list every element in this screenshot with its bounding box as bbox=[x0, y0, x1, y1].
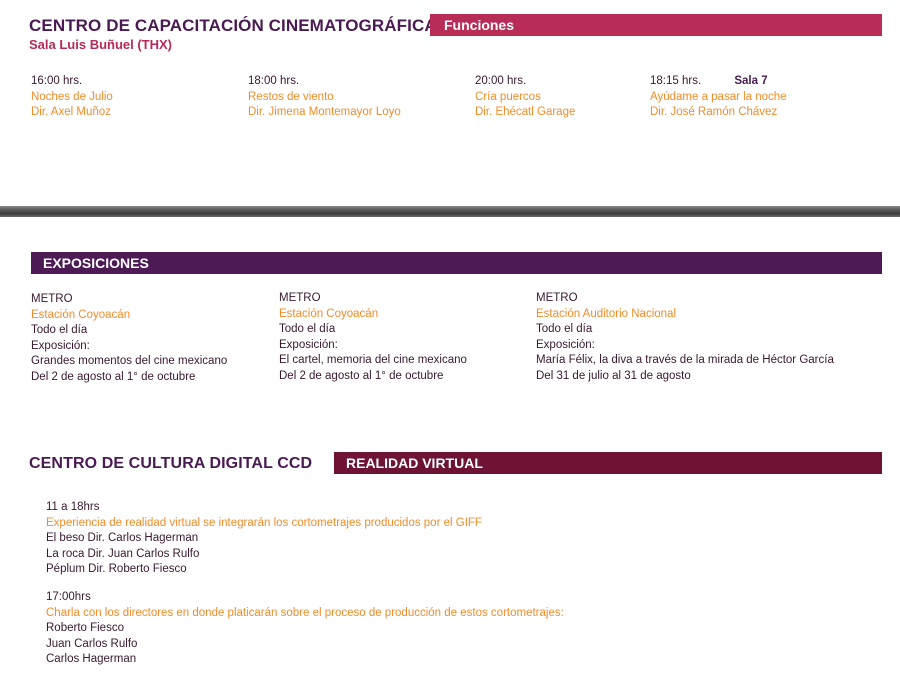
function-director: Dir. Axel Muñoz bbox=[31, 106, 111, 118]
ccc-subtitle: Sala Luis Buñuel (THX) bbox=[29, 37, 173, 52]
ccd-line: La roca Dir. Juan Carlos Rulfo bbox=[46, 547, 200, 560]
ccd-desc: Charla con los directores en donde plati… bbox=[46, 606, 564, 619]
ccd-line: Roberto Fiesco bbox=[46, 622, 124, 634]
expo-type: Exposición: bbox=[536, 338, 595, 351]
ccd-line: El beso Dir. Carlos Hagerman bbox=[46, 532, 199, 544]
ccd-block: 11 a 18hrs Experiencia de realidad virtu… bbox=[46, 500, 482, 578]
expo-place: METRO bbox=[279, 292, 321, 304]
expo-dates: Del 31 de julio al 31 de agosto bbox=[536, 369, 691, 382]
expo-name: Grandes momentos del cine mexicano bbox=[31, 355, 228, 367]
function-time: 16:00 hrs. bbox=[31, 75, 83, 87]
expo-type: Exposición: bbox=[31, 339, 90, 352]
function-film: Restos de viento bbox=[248, 90, 334, 103]
expo-hours: Todo el día bbox=[536, 323, 593, 335]
expo-dates: Del 2 de agosto al 1° de octubre bbox=[279, 369, 444, 382]
expo-name: El cartel, memoria del cine mexicano bbox=[279, 354, 467, 366]
ccd-desc: Experiencia de realidad virtual se integ… bbox=[46, 516, 482, 529]
expo-type: Exposición: bbox=[279, 338, 338, 351]
function-sala: Sala 7 bbox=[734, 75, 768, 87]
function-film: Cría puercos bbox=[475, 90, 541, 103]
function-item: 18:00 hrs. Restos de viento Dir. Jimena … bbox=[248, 74, 401, 121]
ccd-time: 17:00hrs bbox=[46, 591, 91, 603]
ccd-title: CENTRO DE CULTURA DIGITAL CCD bbox=[29, 455, 313, 472]
expo-station: Estación Auditorio Nacional bbox=[536, 307, 676, 320]
function-item: 16:00 hrs. Noches de Julio Dir. Axel Muñ… bbox=[31, 74, 113, 121]
ccd-block: 17:00hrs Charla con los directores en do… bbox=[46, 590, 564, 668]
ccd-line: Carlos Hagerman bbox=[46, 653, 137, 665]
ccc-title: CENTRO DE CAPACITACIÓN CINEMATOGRÁFICA bbox=[29, 16, 437, 35]
ccd-line: Juan Carlos Rulfo bbox=[46, 637, 138, 650]
function-film: Noches de Julio bbox=[31, 90, 113, 103]
realidad-virtual-bar-label: REALIDAD VIRTUAL bbox=[346, 455, 483, 471]
ccd-time: 11 a 18hrs bbox=[46, 501, 100, 513]
expo-dates: Del 2 de agosto al 1° de octubre bbox=[31, 370, 196, 383]
expo-station: Estación Coyoacán bbox=[279, 307, 379, 320]
function-time: 18:15 hrs. bbox=[650, 75, 702, 87]
exposiciones-bar-label: EXPOSICIONES bbox=[43, 255, 149, 271]
exposiciones-bar: EXPOSICIONES bbox=[31, 252, 882, 274]
ccd-line: Péplum Dir. Roberto Fiesco bbox=[46, 563, 187, 575]
expo-place: METRO bbox=[536, 292, 578, 304]
expo-station: Estación Coyoacán bbox=[31, 308, 131, 321]
realidad-virtual-bar: REALIDAD VIRTUAL bbox=[334, 452, 882, 474]
function-film: Ayúdame a pasar la noche bbox=[650, 90, 787, 103]
function-time: 18:00 hrs. bbox=[248, 75, 300, 87]
function-item: 18:15 hrs. Sala 7 Ayúdame a pasar la noc… bbox=[650, 74, 787, 121]
function-time: 20:00 hrs. bbox=[475, 75, 527, 87]
expo-place: METRO bbox=[31, 293, 73, 305]
funciones-bar-label: Funciones bbox=[444, 17, 515, 33]
expo-name: María Félix, la diva a través de la mira… bbox=[536, 354, 834, 366]
expo-item: METRO Estación Coyoacán Todo el día Expo… bbox=[279, 291, 467, 384]
function-director: Dir. José Ramón Chávez bbox=[650, 106, 778, 118]
section-divider bbox=[0, 206, 900, 217]
function-director: Dir. Jimena Montemayor Loyo bbox=[248, 106, 401, 118]
function-director: Dir. Ehécatl Garage bbox=[475, 106, 576, 118]
funciones-bar: Funciones bbox=[430, 14, 882, 36]
function-item: 20:00 hrs. Cría puercos Dir. Ehécatl Gar… bbox=[475, 74, 575, 121]
expo-hours: Todo el día bbox=[31, 324, 88, 336]
expo-item: METRO Estación Coyoacán Todo el día Expo… bbox=[31, 292, 227, 385]
expo-hours: Todo el día bbox=[279, 323, 336, 335]
expo-item: METRO Estación Auditorio Nacional Todo e… bbox=[536, 291, 834, 384]
